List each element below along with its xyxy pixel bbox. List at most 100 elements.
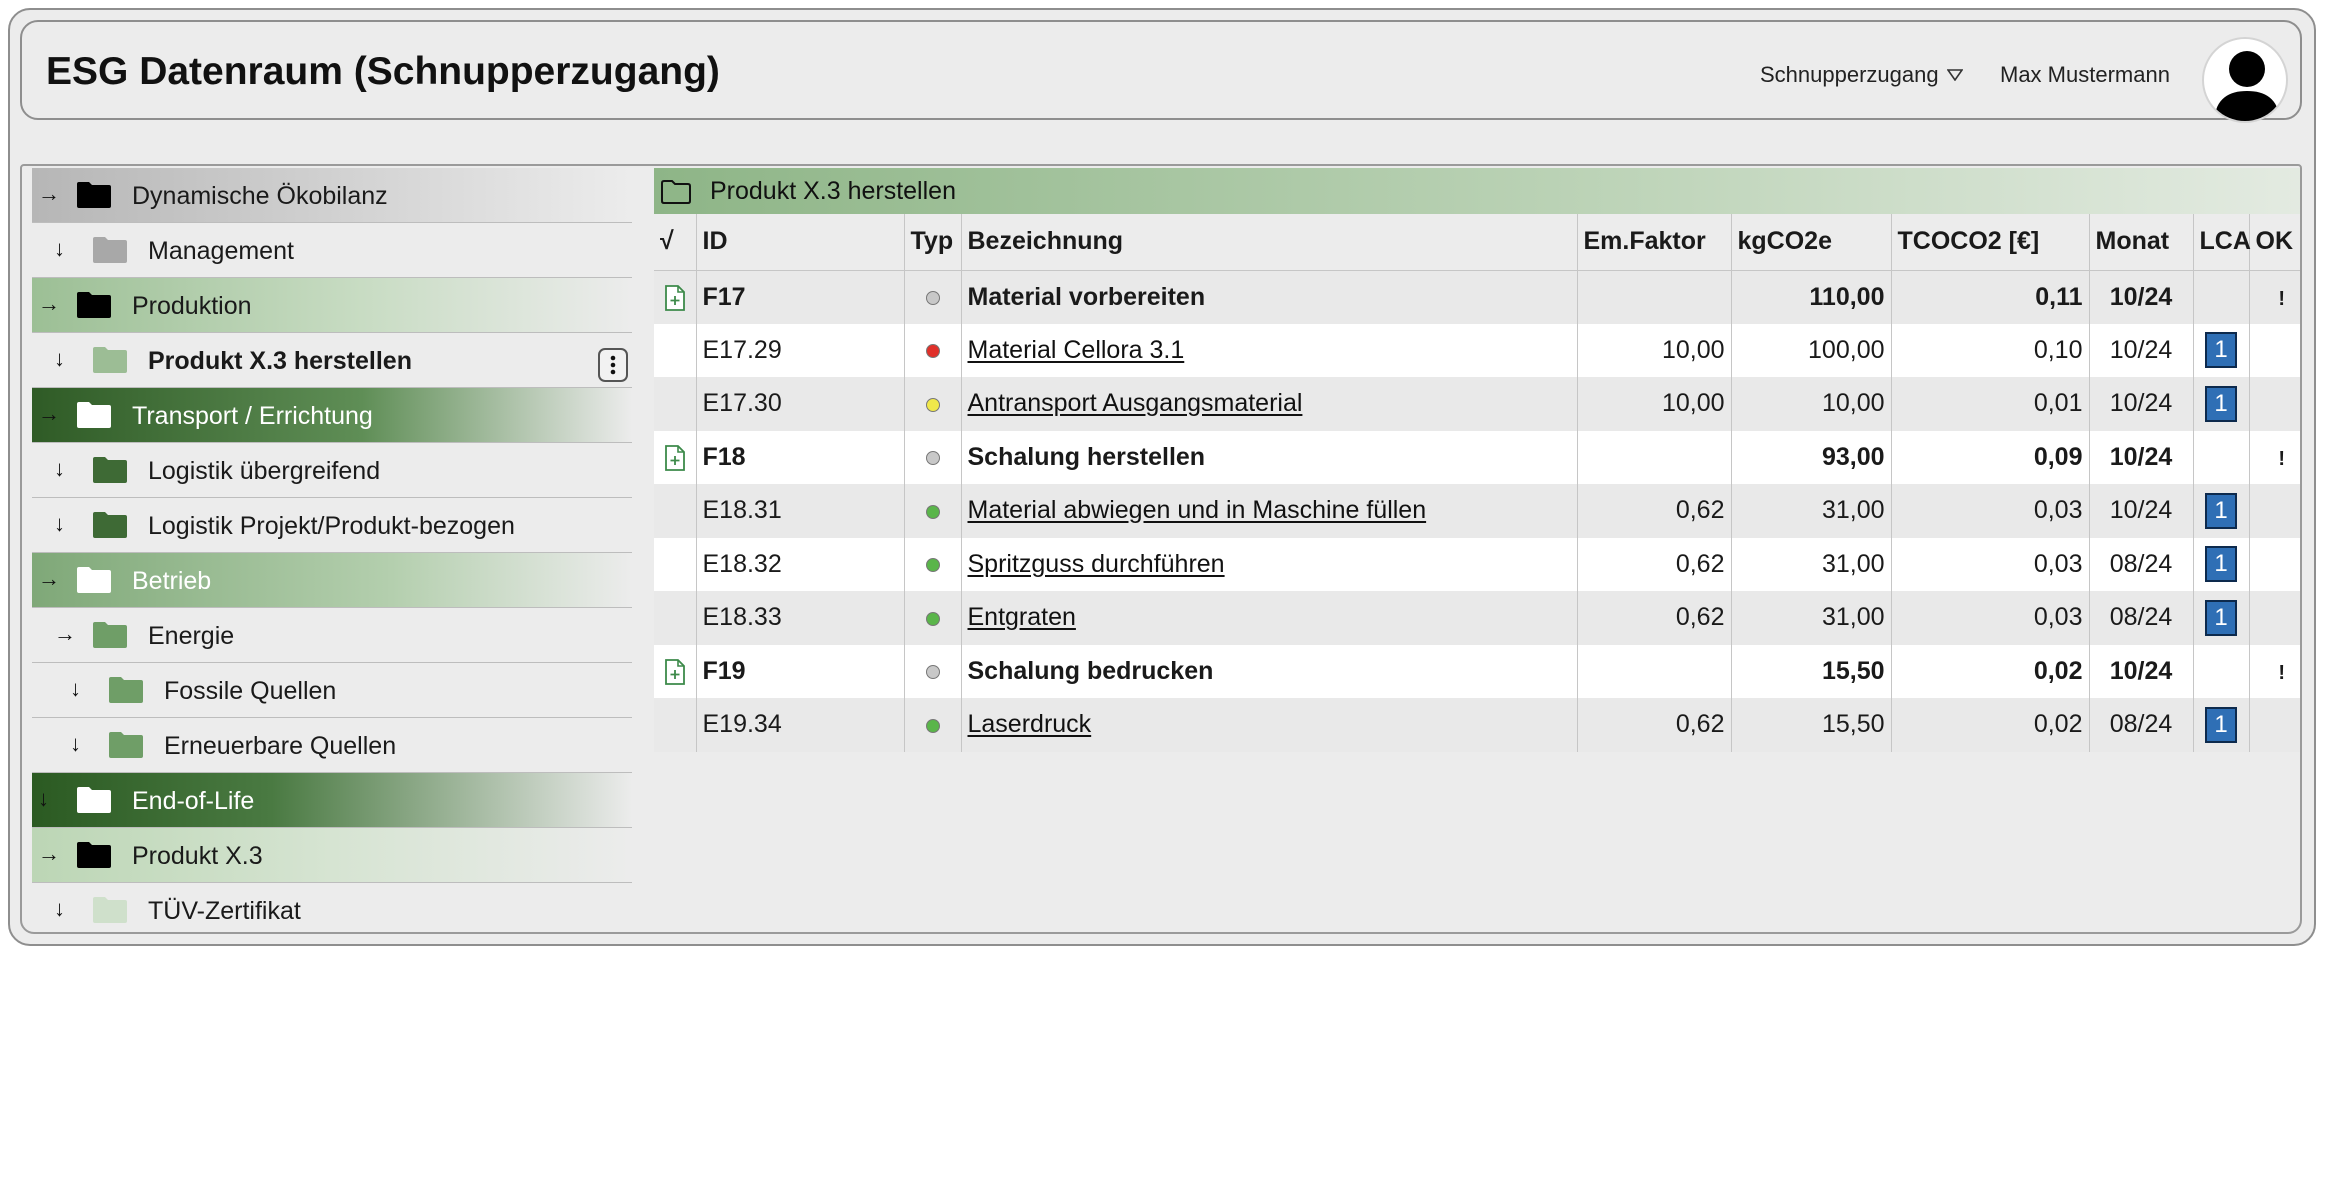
row-kgco2e: 93,00 — [1730, 430, 1891, 484]
column-header-bezeichnung[interactable]: Bezeichnung — [960, 214, 1577, 271]
row-ok: ! — [2248, 430, 2300, 484]
column-header-tcoco2[interactable]: TCOCO2 [€] — [1890, 214, 2089, 271]
page-title: ESG Datenraum (Schnupperzugang) — [46, 50, 720, 93]
table-row[interactable]: E18.33 Entgraten 0,62 31,00 0,03 08/24 1 — [654, 591, 2300, 645]
avatar[interactable] — [2202, 37, 2288, 123]
arrow-down-icon[interactable]: ↓ — [70, 676, 81, 702]
row-link[interactable]: Material Cellora 3.1 — [968, 336, 1185, 364]
sidebar-item-label: Erneuerbare Quellen — [164, 732, 397, 760]
row-lca: 1 — [2192, 698, 2249, 752]
sidebar-item-label: Management — [148, 237, 294, 265]
table-group-row[interactable]: F18 Schalung herstellen 93,00 0,09 10/24! — [654, 430, 2300, 484]
row-link[interactable]: Entgraten — [968, 603, 1076, 631]
table-row[interactable]: E19.34 Laserdruck 0,62 15,50 0,02 08/24 1 — [654, 698, 2300, 752]
row-bezeichnung[interactable]: Spritzguss durchführen — [960, 537, 1577, 591]
row-check-cell[interactable] — [654, 644, 696, 698]
sidebar-item-produkt-x3[interactable]: → Produkt X.3 — [32, 828, 632, 883]
arrow-down-icon[interactable]: ↓ — [54, 456, 65, 482]
sidebar-item-dynamische-oekobilanz[interactable]: → Dynamische Ökobilanz — [32, 168, 632, 223]
row-bezeichnung[interactable]: Antransport Ausgangsmaterial — [960, 377, 1577, 431]
row-kgco2e: 31,00 — [1730, 537, 1891, 591]
row-id: E18.32 — [695, 537, 904, 591]
status-dot-icon — [925, 558, 940, 573]
table-row[interactable]: E17.30 Antransport Ausgangsmaterial 10,00 1… — [654, 377, 2300, 431]
arrow-right-icon[interactable]: → — [54, 621, 76, 647]
row-bezeichnung[interactable]: Laserdruck — [960, 698, 1577, 752]
sidebar-item-erneuerbare-quellen[interactable]: ↓ Erneuerbare Quellen — [32, 718, 632, 773]
arrow-right-icon[interactable]: → — [38, 291, 60, 317]
row-bezeichnung[interactable]: Material abwiegen und in Maschine füllen — [960, 484, 1577, 538]
arrow-down-icon[interactable]: ↓ — [54, 236, 65, 262]
row-monat: 08/24 — [2088, 591, 2193, 645]
sidebar-item-label: Betrieb — [132, 567, 212, 595]
row-check-cell — [654, 484, 696, 538]
column-header-ok[interactable]: OK — [2248, 214, 2300, 271]
table-row[interactable]: E17.29 Material Cellora 3.1 10,00 100,00 0,1… — [654, 323, 2300, 377]
arrow-right-icon[interactable]: → — [38, 841, 60, 867]
sidebar-item-tuev-zertifikat[interactable]: ↓ TÜV-Zertifikat — [32, 883, 632, 932]
add-document-icon[interactable] — [664, 284, 686, 312]
column-header-typ[interactable]: Typ — [903, 214, 961, 271]
sidebar-item-management[interactable]: ↓ Management — [32, 223, 632, 278]
lca-badge[interactable]: 1 — [2205, 492, 2237, 529]
more-options-button[interactable] — [598, 348, 628, 382]
table-row[interactable]: E18.32 Spritzguss durchführen 0,62 31,00 0,0… — [654, 537, 2300, 591]
table-row[interactable]: E18.31 Material abwiegen und in Maschine … — [654, 484, 2300, 538]
sidebar-item-end-of-life[interactable]: ↓ End-of-Life — [32, 773, 632, 828]
sidebar: → Dynamische Ökobilanz ↓ Management → Pr… — [32, 168, 632, 932]
row-bezeichnung[interactable]: Entgraten — [960, 591, 1577, 645]
arrow-down-icon[interactable]: ↓ — [70, 731, 81, 757]
add-document-icon[interactable] — [664, 444, 686, 472]
lca-badge[interactable]: 1 — [2205, 385, 2237, 422]
sidebar-item-produkt-x3-herstellen[interactable]: ↓ Produkt X.3 herstellen — [32, 333, 632, 388]
column-header-check[interactable]: √ — [654, 214, 696, 271]
sidebar-item-logistik-projekt[interactable]: ↓ Logistik Projekt/Produkt-bezogen — [32, 498, 632, 553]
row-bezeichnung: Schalung herstellen — [960, 430, 1577, 484]
folder-icon — [93, 237, 127, 263]
row-monat: 08/24 — [2088, 537, 2193, 591]
arrow-right-icon[interactable]: → — [38, 566, 60, 592]
row-ok — [2248, 537, 2300, 591]
arrow-down-icon[interactable]: ↓ — [54, 896, 65, 922]
arrow-right-icon[interactable]: → — [38, 181, 60, 207]
column-header-lca[interactable]: LCA — [2192, 214, 2251, 271]
sidebar-item-energie[interactable]: → Energie — [32, 608, 632, 663]
row-check-cell[interactable] — [654, 430, 696, 484]
folder-icon — [77, 182, 111, 208]
row-link[interactable]: Laserdruck — [968, 710, 1092, 738]
lca-badge[interactable]: 1 — [2205, 546, 2237, 583]
row-link[interactable]: Material abwiegen und in Maschine füllen — [968, 496, 1427, 524]
lca-badge[interactable]: 1 — [2205, 706, 2237, 743]
column-header-emfaktor[interactable]: Em.Faktor — [1576, 214, 1731, 271]
row-id: F18 — [695, 430, 904, 484]
add-document-icon[interactable] — [664, 658, 686, 686]
arrow-right-icon[interactable]: → — [38, 401, 60, 427]
column-header-monat[interactable]: Monat — [2088, 214, 2193, 271]
arrow-down-icon[interactable]: ↓ — [54, 346, 65, 372]
arrow-down-icon[interactable]: ↓ — [38, 786, 49, 812]
table-group-row[interactable]: F17 Material vorbereiten 110,00 0,11 10/24! — [654, 270, 2300, 324]
sidebar-item-transport-errichtung[interactable]: → Transport / Errichtung — [32, 388, 632, 443]
lca-badge[interactable]: 1 — [2205, 599, 2237, 636]
row-link[interactable]: Spritzguss durchführen — [968, 550, 1225, 578]
row-link[interactable]: Antransport Ausgangsmaterial — [968, 389, 1303, 417]
arrow-down-icon[interactable]: ↓ — [54, 511, 65, 537]
row-bezeichnung[interactable]: Material Cellora 3.1 — [960, 323, 1577, 377]
sidebar-item-betrieb[interactable]: → Betrieb — [32, 553, 632, 608]
row-check-cell[interactable] — [654, 270, 696, 324]
row-id: F17 — [695, 270, 904, 324]
row-id: E17.30 — [695, 377, 904, 431]
access-dropdown[interactable]: Schnupperzugang — [1760, 62, 1963, 88]
sidebar-item-fossile-quellen[interactable]: ↓ Fossile Quellen — [32, 663, 632, 718]
column-header-id[interactable]: ID — [695, 214, 904, 271]
lca-badge[interactable]: 1 — [2205, 332, 2237, 369]
user-name[interactable]: Max Mustermann — [2000, 62, 2170, 88]
sidebar-item-produktion[interactable]: → Produktion — [32, 278, 632, 333]
row-ok: ! — [2248, 644, 2300, 698]
row-monat: 10/24 — [2088, 430, 2193, 484]
row-kgco2e: 110,00 — [1730, 270, 1891, 324]
sidebar-item-logistik-uebergreifend[interactable]: ↓ Logistik übergreifend — [32, 443, 632, 498]
row-tcoco2: 0,03 — [1890, 591, 2089, 645]
column-header-kgco2e[interactable]: kgCO2e — [1730, 214, 1891, 271]
table-group-row[interactable]: F19 Schalung bedrucken 15,50 0,02 10/24! — [654, 644, 2300, 698]
